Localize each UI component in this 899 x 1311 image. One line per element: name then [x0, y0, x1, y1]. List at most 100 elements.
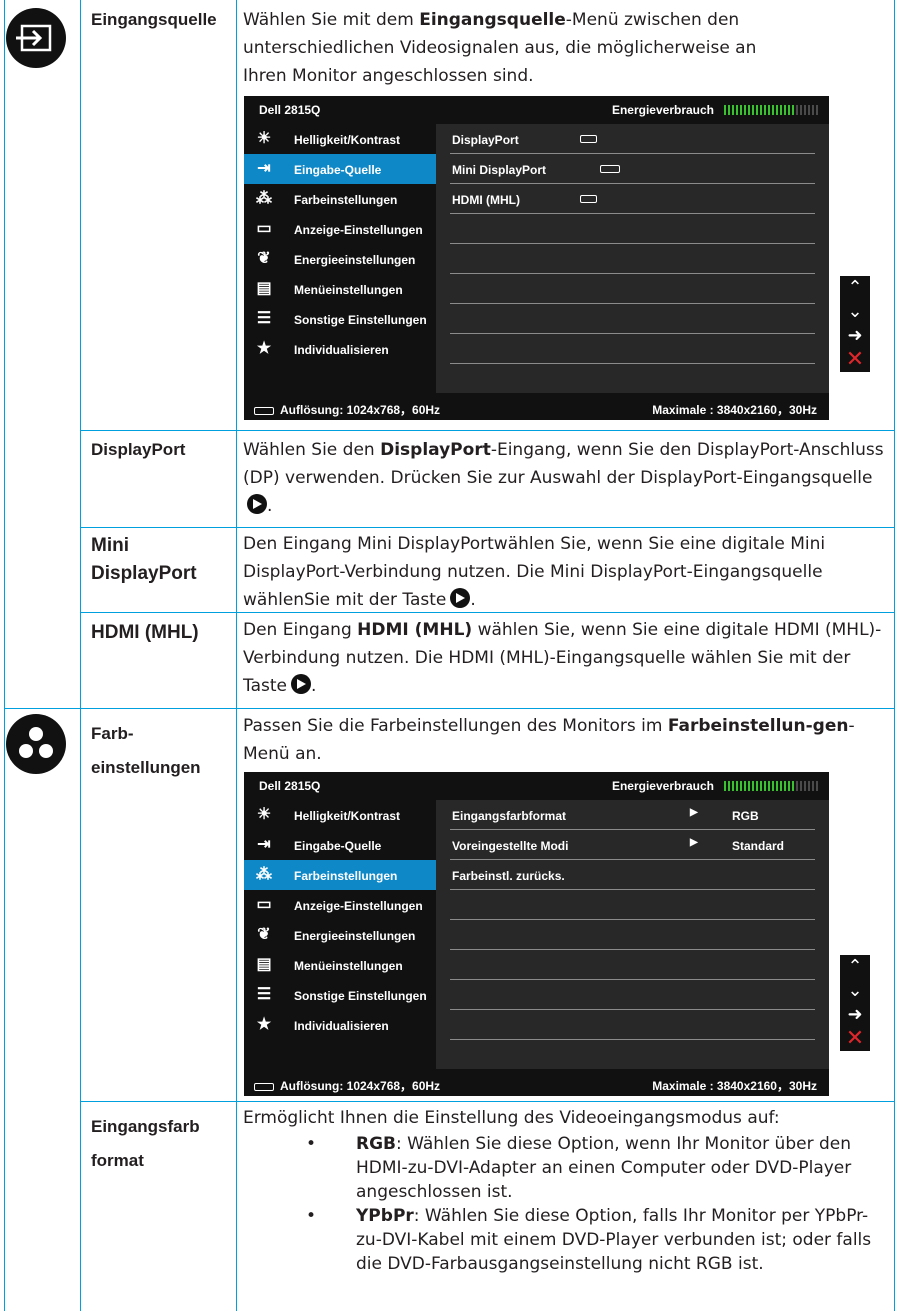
osd-footer: Auflösung: 1024x768，60Hz Maximale : 3840… — [244, 1069, 829, 1096]
right-arrow-button[interactable]: ➜ — [840, 1003, 870, 1027]
osd-row-hdmi[interactable]: HDMI (MHL) — [450, 184, 815, 214]
hdmi-description: Den Eingang HDMI (MHL) wählen Sie, wenn … — [243, 620, 882, 696]
row-text: Mini DisplayPort — [452, 163, 547, 177]
label-line: format — [91, 1151, 144, 1170]
row-label-displayport: DisplayPort — [91, 440, 186, 459]
menu-item-other[interactable]: ☰ Sonstige Einstellungen — [244, 980, 436, 1010]
osd-header: Dell 2815Q Energieverbrauch — [244, 772, 829, 800]
osd-model: Dell 2815Q — [259, 103, 321, 117]
menu-item-brightness[interactable]: ☀ Helligkeit/Kontrast — [244, 800, 436, 830]
menu-item-other[interactable]: ☰ Sonstige Einstellungen — [244, 304, 436, 334]
row-value: RGB — [732, 809, 759, 823]
energy-meter: Energieverbrauch — [612, 103, 819, 117]
row-label-input-source: Eingangsquelle — [91, 10, 217, 29]
osd-row-empty — [450, 890, 815, 920]
osd-row-empty — [450, 920, 815, 950]
table-border-col2 — [236, 0, 237, 1311]
star-icon: ★ — [256, 340, 272, 357]
display-icon: ▭ — [256, 220, 272, 237]
energy-label: Energieverbrauch — [611, 103, 714, 117]
desc-bold: DisplayPort — [380, 440, 491, 460]
menu-label: Farbeinstellungen — [294, 869, 398, 883]
option-ypbpr: • YPbPr: Wählen Sie diese Option, falls … — [300, 1204, 890, 1276]
menu-label: Helligkeit/Kontrast — [294, 133, 401, 147]
hdmi-port-icon — [580, 195, 597, 203]
input-source-description: Wählen Sie mit dem Eingangsquelle-Menü z… — [243, 6, 803, 90]
right-circle-icon — [247, 494, 267, 514]
menu-label: Eingabe-Quelle — [294, 839, 382, 853]
label-line: DisplayPort — [91, 563, 197, 584]
menu-label: Farbeinstellungen — [294, 193, 398, 207]
row-label-hdmi: HDMI (MHL) — [91, 622, 199, 643]
menu-item-input-source[interactable]: ⇥ Eingabe-Quelle — [244, 154, 436, 184]
menu-label: Eingabe-Quelle — [294, 163, 382, 177]
color-settings-icon — [6, 714, 66, 774]
menu-label: Individualisieren — [294, 343, 389, 357]
osd-header: Dell 2815Q Energieverbrauch — [244, 96, 829, 124]
table-border-right — [894, 0, 895, 1311]
menu-icon: ▤ — [256, 280, 272, 297]
menu-item-menu[interactable]: ▤ Menüeinstellungen — [244, 274, 436, 304]
menu-label: Sonstige Einstellungen — [294, 989, 427, 1003]
osd-row-preset-modes[interactable]: Voreingestellte Modi ▶ Standard — [450, 830, 815, 860]
table-border-left — [4, 0, 5, 1311]
menu-label: Individualisieren — [294, 1019, 389, 1033]
menu-label: Anzeige-Einstellungen — [294, 899, 423, 913]
menu-item-brightness[interactable]: ☀ Helligkeit/Kontrast — [244, 124, 436, 154]
menu-item-personalize[interactable]: ★ Individualisieren — [244, 334, 436, 364]
energy-meter: Energieverbrauch — [612, 779, 819, 793]
osd-row-empty — [450, 304, 815, 334]
up-button[interactable]: ⌃ — [840, 955, 870, 979]
input-color-format-options: • RGB: Wählen Sie diese Option, wenn Ihr… — [300, 1132, 890, 1276]
desc-part: Wählen Sie mit dem — [243, 10, 420, 30]
menu-item-personalize[interactable]: ★ Individualisieren — [244, 1010, 436, 1040]
menu-label: Menüeinstellungen — [294, 283, 403, 297]
desc-part: Den Eingang — [243, 620, 358, 640]
close-button[interactable]: ✕ — [840, 1027, 870, 1051]
osd-row-displayport[interactable]: DisplayPort — [450, 124, 815, 154]
menu-item-energy[interactable]: ❦ Energieeinstellungen — [244, 920, 436, 950]
display-icon: ▭ — [256, 896, 272, 913]
menu-label: Menüeinstellungen — [294, 959, 403, 973]
row-text: DisplayPort — [452, 133, 519, 147]
dp-port-icon — [254, 1083, 274, 1091]
row-divider — [4, 708, 895, 709]
up-button[interactable]: ⌃ — [840, 276, 870, 300]
close-button[interactable]: ✕ — [840, 348, 870, 372]
displayport-description: Wählen Sie den DisplayPort-Eingang, wenn… — [243, 440, 884, 516]
row-text: Farbeinstl. zurücks. — [452, 869, 565, 883]
brightness-icon: ☀ — [256, 130, 272, 147]
bullet-dot: • — [306, 1134, 317, 1154]
color-settings-description: Passen Sie die Farbeinstellungen des Mon… — [243, 712, 893, 768]
dp-port-icon — [580, 135, 597, 143]
mini-dp-port-icon — [600, 165, 620, 173]
sliders-icon: ☰ — [256, 986, 272, 1003]
menu-item-color[interactable]: ⁂ Farbeinstellungen — [244, 184, 436, 214]
resolution-status: Auflösung: 1024x768，60Hz — [254, 401, 440, 418]
option-text: : Wählen Sie diese Option, wenn Ihr Moni… — [356, 1134, 852, 1202]
energy-bar — [724, 105, 819, 115]
menu-label: Energieeinstellungen — [294, 253, 416, 267]
submenu-arrow-icon: ▶ — [690, 837, 698, 848]
osd-row-empty — [450, 1040, 815, 1070]
menu-item-energy[interactable]: ❦ Energieeinstellungen — [244, 244, 436, 274]
osd-row-input-color-format[interactable]: Eingangsfarbformat ▶ RGB — [450, 800, 815, 830]
down-button[interactable]: ⌄ — [840, 979, 870, 1003]
resolution-text: Auflösung: 1024x768，60Hz — [280, 1079, 441, 1093]
desc-part: Den Eingang Mini DisplayPortwählen Sie, … — [243, 534, 826, 610]
right-arrow-button[interactable]: ➜ — [840, 324, 870, 348]
menu-item-color[interactable]: ⁂ Farbeinstellungen — [244, 860, 436, 890]
menu-item-display[interactable]: ▭ Anzeige-Einstellungen — [244, 890, 436, 920]
menu-item-input-source[interactable]: ⇥ Eingabe-Quelle — [244, 830, 436, 860]
osd-row-reset-color[interactable]: Farbeinstl. zurücks. — [450, 860, 815, 890]
label-line: Eingangsfarb — [91, 1117, 200, 1136]
osd-row-mini-displayport[interactable]: Mini DisplayPort — [450, 154, 815, 184]
resolution-text: Auflösung: 1024x768，60Hz — [280, 403, 441, 417]
menu-item-display[interactable]: ▭ Anzeige-Einstellungen — [244, 214, 436, 244]
menu-item-menu[interactable]: ▤ Menüeinstellungen — [244, 950, 436, 980]
energy-label: Energieverbrauch — [611, 779, 714, 793]
input-source-icon — [6, 8, 66, 68]
row-label-input-color-format: Eingangsfarb format — [91, 1110, 200, 1178]
down-button[interactable]: ⌄ — [840, 300, 870, 324]
row-value: Standard — [732, 839, 785, 853]
